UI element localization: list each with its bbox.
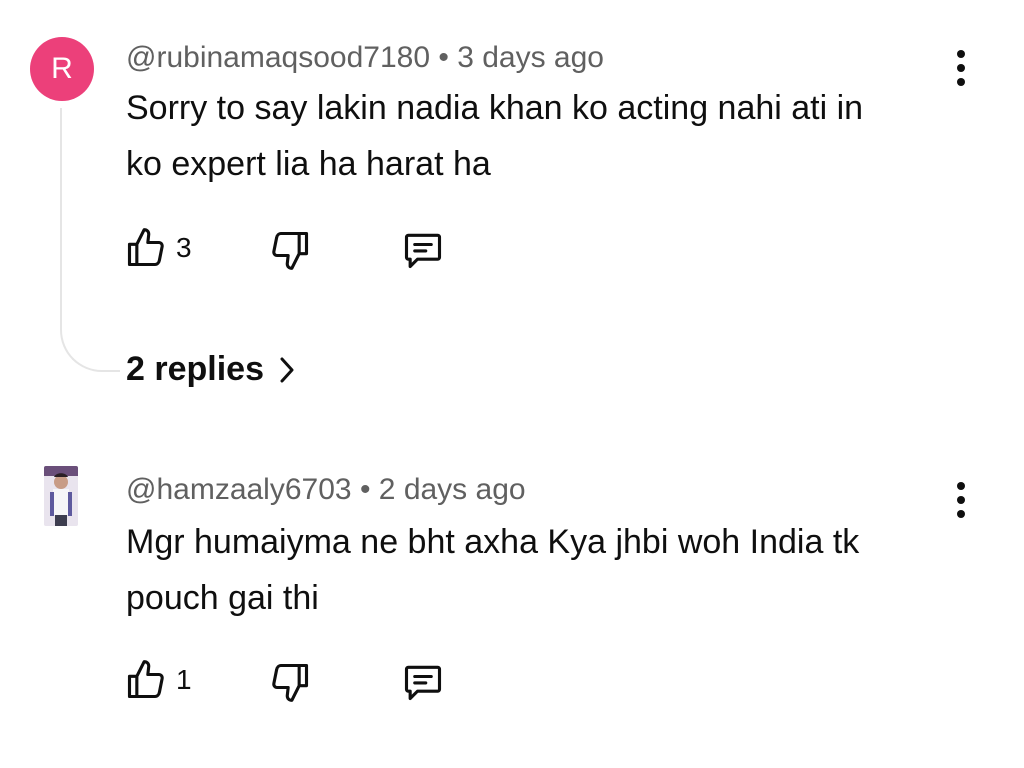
more-vertical-icon-dot bbox=[957, 496, 965, 504]
avatar[interactable]: R bbox=[30, 37, 94, 101]
view-replies-button[interactable]: 2 replies bbox=[126, 350, 296, 389]
chevron-right-icon bbox=[280, 357, 294, 382]
comment-meta: @hamzaaly6703 • 2 days ago bbox=[126, 472, 526, 508]
thumbs-down-icon bbox=[272, 231, 309, 270]
comment-text-line: pouch gai thi bbox=[126, 579, 319, 617]
like-button[interactable]: 3 bbox=[124, 226, 192, 270]
thumbs-up-icon bbox=[127, 660, 164, 699]
comment-text: Sorry to say lakin nadia khan ko acting … bbox=[126, 80, 946, 192]
like-count: 3 bbox=[176, 232, 192, 263]
comment-timestamp[interactable]: 3 days ago bbox=[457, 41, 604, 74]
reply-button[interactable] bbox=[400, 660, 446, 704]
comment-text-line: Mgr humaiyma ne bht axha Kya jhbi woh In… bbox=[126, 523, 860, 561]
comment-meta: @rubinamaqsood7180 • 3 days ago bbox=[126, 40, 604, 76]
more-vertical-icon-dot bbox=[957, 78, 965, 86]
avatar-photo-icon bbox=[44, 466, 78, 526]
more-vertical-icon bbox=[957, 50, 965, 58]
comment-author[interactable]: @hamzaaly6703 bbox=[126, 473, 352, 506]
replies-label: 2 replies bbox=[126, 350, 264, 388]
like-button[interactable]: 1 bbox=[124, 658, 192, 702]
avatar[interactable] bbox=[44, 466, 78, 526]
more-vertical-icon bbox=[957, 482, 965, 490]
thumbs-up-icon bbox=[127, 228, 164, 267]
reply-button[interactable] bbox=[400, 228, 446, 272]
more-vertical-icon-dot bbox=[957, 64, 965, 72]
dislike-button[interactable] bbox=[268, 228, 312, 272]
reply-comment-icon bbox=[404, 233, 442, 269]
comment-text-line: ko expert lia ha harat ha bbox=[126, 145, 491, 183]
thread-connector-line bbox=[60, 108, 120, 372]
comment-text-line: Sorry to say lakin nadia khan ko acting … bbox=[126, 89, 864, 127]
avatar-initial: R bbox=[51, 52, 73, 85]
comment-text: Mgr humaiyma ne bht axha Kya jhbi woh In… bbox=[126, 514, 946, 626]
meta-separator: • bbox=[359, 473, 371, 506]
comments-page: R @rubinamaqsood7180 • 3 days ago Sorry … bbox=[0, 0, 1024, 768]
thumbs-down-icon bbox=[272, 663, 309, 702]
more-options-button[interactable] bbox=[946, 46, 976, 90]
more-options-button[interactable] bbox=[946, 478, 976, 522]
more-vertical-icon-dot bbox=[957, 510, 965, 518]
like-count: 1 bbox=[176, 664, 192, 695]
meta-separator: • bbox=[438, 41, 449, 74]
comment-timestamp[interactable]: 2 days ago bbox=[379, 473, 526, 506]
comment-author[interactable]: @rubinamaqsood7180 bbox=[126, 41, 430, 74]
dislike-button[interactable] bbox=[268, 660, 312, 704]
reply-comment-icon bbox=[404, 665, 442, 701]
